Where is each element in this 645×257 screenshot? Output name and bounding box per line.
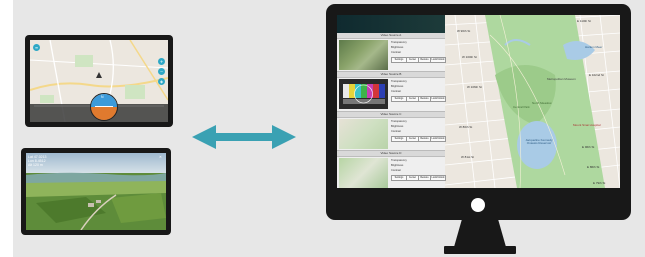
control-label: Contrast xyxy=(391,51,401,54)
video-thumbnail[interactable] xyxy=(339,40,388,70)
lock-button[interactable]: Lock/Unlock xyxy=(430,175,446,181)
settings-button[interactable]: Settings xyxy=(391,175,407,181)
street-label: W 106th St xyxy=(467,85,482,89)
video-panel[interactable]: Video Source A Transparency Brightness C… xyxy=(337,33,446,72)
video-panel[interactable]: Video Source C Transparency Brightness C… xyxy=(337,112,446,151)
map-label-park: Central Park xyxy=(513,105,530,109)
street-label: W 86th St xyxy=(459,125,473,129)
street-label: E 96th St xyxy=(582,145,595,149)
street-label: W 81st St xyxy=(461,155,475,159)
control-label: Transparency xyxy=(391,120,407,123)
lock-button[interactable]: Lock/Unlock xyxy=(430,96,446,102)
tablet-aerial-screen[interactable]: Lat 47.0213 Lon 8.4512 Alt 120 m ✕ xyxy=(26,153,166,230)
aerial-info-box: Lat 47.0213 Lon 8.4512 Alt 120 m xyxy=(28,155,47,167)
tablet-map-screen[interactable]: ≡ + − ◈ N xyxy=(30,40,168,122)
video-panel-column: Video Source A Transparency Brightness C… xyxy=(337,15,446,188)
map-label-reservoir: Jacqueline Kennedy Onassis Reservoir xyxy=(525,138,553,146)
video-panel[interactable]: Video Source D Transparency Brightness C… xyxy=(337,151,446,188)
panel-title: Video Source D xyxy=(337,151,445,157)
info-line: Alt 120 m xyxy=(28,163,43,167)
panel-title: Video Source C xyxy=(337,112,445,118)
map-label-museum: Metropolitan Museum xyxy=(547,77,576,81)
test-pattern-graphic xyxy=(339,79,388,109)
tablet-map: ≡ + − ◈ N xyxy=(25,35,173,127)
control-label: Brightness xyxy=(391,164,404,167)
attitude-indicator xyxy=(90,93,118,121)
control-label: Contrast xyxy=(391,90,401,93)
compass-label: N xyxy=(101,95,104,99)
control-label: Contrast xyxy=(391,130,401,133)
menu-button[interactable]: ≡ xyxy=(33,44,40,51)
map-label-harlem-meer: Harlem Meer xyxy=(585,45,603,49)
video-thumbnail[interactable] xyxy=(339,119,388,149)
power-button-icon[interactable] xyxy=(471,198,485,212)
settings-button[interactable]: Settings xyxy=(391,57,407,63)
desktop-screen[interactable]: Central Park North Meadow Jacqueline Ken… xyxy=(337,15,620,188)
video-panel[interactable]: Video Source B Transparency Brightness C… xyxy=(337,72,446,112)
settings-button[interactable]: Settings xyxy=(391,136,407,142)
aerial-landscape-graphic xyxy=(26,153,166,230)
layers-button[interactable]: ◈ xyxy=(158,78,165,85)
control-label: Transparency xyxy=(391,80,407,83)
panel-title: Video Source B xyxy=(337,72,445,78)
street-label: E 86th St xyxy=(587,165,600,169)
monitor-stand xyxy=(444,219,516,254)
settings-button[interactable]: Settings xyxy=(391,96,407,102)
control-label: Contrast xyxy=(391,169,401,172)
close-icon[interactable]: ✕ xyxy=(159,155,162,159)
control-label: Brightness xyxy=(391,46,404,49)
street-label: E 110th St xyxy=(577,19,591,23)
zoom-in-button[interactable]: + xyxy=(158,58,165,65)
lock-button[interactable]: Lock/Unlock xyxy=(430,136,446,142)
panel-title: Video Source A xyxy=(337,33,445,39)
video-thumbnail[interactable] xyxy=(339,158,388,188)
street-label: W 100th St xyxy=(462,55,477,59)
top-dark-strip xyxy=(337,15,445,33)
control-label: Transparency xyxy=(391,41,407,44)
lock-button[interactable]: Lock/Unlock xyxy=(430,57,446,63)
street-label: E 79th St xyxy=(593,181,606,185)
desktop-monitor: Central Park North Meadow Jacqueline Ken… xyxy=(326,4,631,220)
control-label: Brightness xyxy=(391,85,404,88)
street-label: E 102nd St xyxy=(589,73,604,77)
map-label-north-meadow: North Meadow xyxy=(532,101,552,105)
control-label: Transparency xyxy=(391,159,407,162)
sync-arrow-icon xyxy=(192,125,296,149)
tablet-aerial: Lat 47.0213 Lon 8.4512 Alt 120 m ✕ xyxy=(21,148,171,235)
zoom-out-button[interactable]: − xyxy=(158,68,165,75)
street-label: W 96th St xyxy=(457,29,471,33)
map-label-hospital: Mount Sinai Hospital xyxy=(573,123,601,127)
control-label: Brightness xyxy=(391,125,404,128)
test-pattern-thumbnail[interactable] xyxy=(339,79,388,109)
